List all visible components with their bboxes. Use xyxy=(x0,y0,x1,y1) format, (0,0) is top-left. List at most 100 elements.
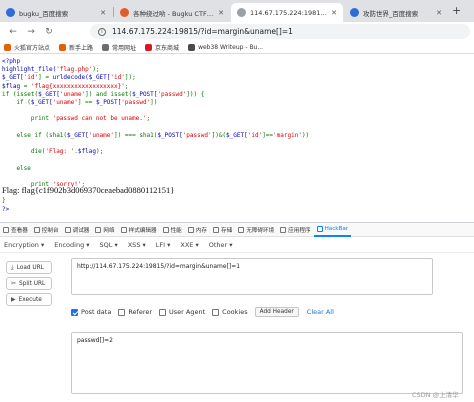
jd-icon xyxy=(145,43,153,51)
code-token: 'passwd' xyxy=(182,131,212,139)
bookmark-getting-started[interactable]: 新手上路 xyxy=(59,43,93,52)
code-token: isset( xyxy=(110,90,133,98)
devtools-tab-label: 网络 xyxy=(103,227,115,234)
devtools-tab-icon xyxy=(316,225,323,232)
code-token: 'passwd' xyxy=(157,90,187,98)
hackbar-menu-item[interactable]: LFI ▾ xyxy=(156,241,171,249)
hackbar-menu-item[interactable]: SQL ▾ xyxy=(100,241,118,249)
devtools-tab[interactable]: HackBar xyxy=(313,223,352,237)
split-url-button[interactable]: ✂ Split URL xyxy=(6,277,52,290)
code-token: (isset( xyxy=(12,90,39,98)
forward-icon[interactable]: → xyxy=(26,27,36,37)
info-icon[interactable]: i xyxy=(98,27,106,36)
code-token: 'id' xyxy=(23,74,39,82)
firefox-icon xyxy=(4,43,11,51)
devtools-tab-label: 性能 xyxy=(170,227,182,234)
option-referer[interactable]: Referer xyxy=(118,308,152,316)
code-token: ]); xyxy=(124,74,136,82)
new-tab-icon[interactable]: + xyxy=(452,4,461,17)
option-label: Post data xyxy=(81,308,112,316)
code-token: ])&( xyxy=(211,131,227,139)
devtools-tab-icon xyxy=(187,226,194,233)
code-token: print xyxy=(2,115,53,123)
tab-bugku-ctf[interactable]: 各种绕过哟 - Bugku CTF平台 ✕ xyxy=(114,3,230,22)
code-line: else if (sha1($_GET['uname']) === sha1($… xyxy=(2,132,309,140)
firefox-icon xyxy=(59,43,67,51)
devtools-tab[interactable]: 调试器 xyxy=(62,223,93,237)
devtools-tab-icon xyxy=(3,226,9,233)
tab-label: bugku_百度搜索 xyxy=(19,9,69,18)
checkbox[interactable] xyxy=(71,308,78,316)
hackbar-menu-item[interactable]: Other ▾ xyxy=(209,241,233,249)
code-token: ; xyxy=(146,115,151,123)
close-icon[interactable]: ✕ xyxy=(100,9,106,17)
option-cookies[interactable]: Cookies xyxy=(212,308,248,316)
load-url-button[interactable]: ⤓ Load URL xyxy=(6,261,52,274)
code-token: 'id' xyxy=(247,131,263,139)
code-token: ); xyxy=(92,66,100,74)
devtools-tab-label: 调试器 xyxy=(72,227,90,234)
tab-gongfang-search[interactable]: 攻防世界_百度搜索 ✕ xyxy=(344,3,448,22)
devtools-tab[interactable]: 样式编辑器 xyxy=(118,223,160,237)
bookmark-web38-writeup[interactable]: web38 Writeup - Bu... xyxy=(188,43,263,51)
code-line: die('Flag: '.$flag); xyxy=(2,148,309,156)
devtools-tab[interactable]: 查看器 xyxy=(0,223,31,237)
address-url[interactable]: 114.67.175.224:19815/?id=margin&uname[]=… xyxy=(112,27,293,36)
hackbar-menu: Encryption ▾ Encoding ▾ SQL ▾ XSS ▾ LFI ▾ XXE… xyxy=(0,238,474,253)
code-line xyxy=(2,173,309,181)
code-token: ; xyxy=(124,82,129,90)
split-url-label: Split URL xyxy=(19,280,46,287)
add-header-button[interactable]: Add Header xyxy=(254,307,299,317)
post-data-input[interactable]: passwd[]=2 xyxy=(71,332,463,394)
devtools-tab-label: 样式编辑器 xyxy=(128,227,157,234)
devtools-tab[interactable]: 内存 xyxy=(185,223,210,237)
code-line: <?php xyxy=(2,58,309,66)
close-icon[interactable]: ✕ xyxy=(331,9,337,17)
code-token: 'Flag: ' xyxy=(45,148,75,156)
address-bar[interactable]: i 114.67.175.224:19815/?id=margin&uname[… xyxy=(90,24,470,39)
checkbox[interactable] xyxy=(118,308,126,316)
code-token: and xyxy=(95,90,111,98)
option-label: Referer xyxy=(128,308,153,316)
code-token: $_GET[ xyxy=(67,131,89,139)
back-icon[interactable]: ← xyxy=(8,27,18,37)
hackbar-menu-item[interactable]: XXE ▾ xyxy=(180,241,198,249)
execute-button[interactable]: ▶ Execute xyxy=(6,293,52,306)
devtools-tab[interactable]: 控制台 xyxy=(31,223,62,237)
devtools-tab[interactable]: 存储 xyxy=(210,223,235,237)
devtools-tab[interactable]: 性能 xyxy=(160,223,185,237)
reload-icon[interactable]: ↻ xyxy=(44,27,54,37)
checkbox[interactable] xyxy=(159,308,167,316)
bookmark-jd[interactable]: 京东商城 xyxy=(145,43,179,52)
folder-icon xyxy=(102,43,110,51)
devtools-tab-icon xyxy=(33,226,40,233)
bookmark-common-sites[interactable]: 常用网址 xyxy=(102,43,136,52)
checkbox[interactable] xyxy=(212,308,220,316)
close-icon[interactable]: ✕ xyxy=(218,9,224,17)
bookmark-label: 火狐官方站点 xyxy=(14,44,51,52)
option-user-agent[interactable]: User Agent xyxy=(159,308,205,316)
tab-strip: bugku_百度搜索 ✕ 各种绕过哟 - Bugku CTF平台 ✕ 114.6… xyxy=(0,0,474,22)
devtools-tab[interactable]: 网络 xyxy=(92,223,117,237)
code-token: else xyxy=(2,164,31,172)
devtools-tab-icon xyxy=(212,226,219,233)
close-icon[interactable]: ✕ xyxy=(436,9,442,17)
bookmark-firefox[interactable]: 火狐官方站点 xyxy=(4,43,50,52)
watermark: CSDN @上清华 xyxy=(412,391,459,399)
hackbar-url-input[interactable]: http://114.67.175.224:19815/?id=margin&u… xyxy=(71,258,433,295)
hackbar-menu-item[interactable]: Encoding ▾ xyxy=(54,241,89,249)
code-token: ] = xyxy=(38,74,53,82)
tab-bugku-search[interactable]: bugku_百度搜索 ✕ xyxy=(0,3,112,22)
code-token: $flag xyxy=(77,148,96,156)
devtools-tab[interactable]: 无障碍环境 xyxy=(235,223,277,237)
tab-challenge-page[interactable]: 114.67.175.224:19815/?id=margin ✕ xyxy=(231,3,343,22)
clear-all-link[interactable]: Clear All xyxy=(307,308,334,316)
devtools-tab-icon xyxy=(280,226,287,233)
code-token: 'uname' xyxy=(88,131,115,139)
hackbar-menu-item[interactable]: XSS ▾ xyxy=(128,241,146,249)
option-post-data[interactable]: Post data xyxy=(71,308,111,316)
devtools-tab[interactable]: 应用程序 xyxy=(277,223,313,237)
hackbar-menu-item[interactable]: Encryption ▾ xyxy=(4,241,44,249)
